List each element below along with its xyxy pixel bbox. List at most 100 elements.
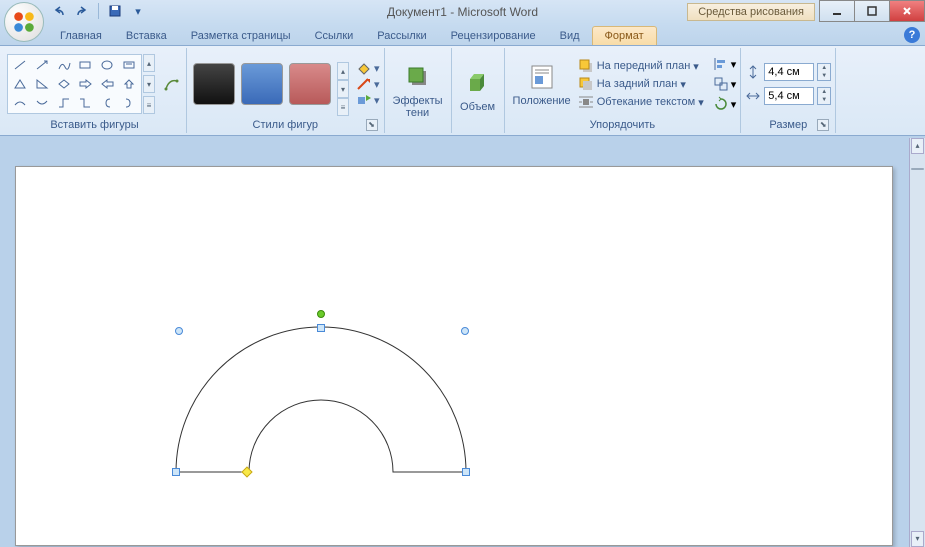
shape-outline-button[interactable]: ▾ xyxy=(356,77,380,91)
shape-line-icon[interactable] xyxy=(10,57,30,74)
tab-format[interactable]: Формат xyxy=(592,26,657,45)
tab-page-layout[interactable]: Разметка страницы xyxy=(179,27,303,45)
rotate-button[interactable]: ▾ xyxy=(713,96,737,112)
align-button[interactable]: ▾ xyxy=(713,56,737,72)
document-area: ▴ ▾ xyxy=(0,138,925,547)
redo-button[interactable] xyxy=(73,2,91,20)
gallery-up-icon[interactable]: ▴ xyxy=(143,54,155,72)
gallery-down-icon[interactable]: ▾ xyxy=(143,75,155,93)
arrange-tools: ▾ ▾ ▾ xyxy=(713,56,737,112)
office-button[interactable] xyxy=(4,2,44,42)
edit-shape-button[interactable] xyxy=(162,74,182,94)
shape-rtriangle-icon[interactable] xyxy=(32,76,52,93)
shape-arrow-icon[interactable] xyxy=(32,57,52,74)
page[interactable] xyxy=(15,166,893,546)
change-shape-button[interactable]: ▾ xyxy=(356,93,380,107)
3d-label: Объем xyxy=(460,101,495,113)
group-label-shadow xyxy=(389,130,447,133)
shape-curve1-icon[interactable] xyxy=(10,94,30,111)
shapes-gallery[interactable] xyxy=(7,54,142,114)
shape-arrow-left-icon[interactable] xyxy=(97,76,117,93)
minimize-button[interactable] xyxy=(819,0,855,22)
scroll-up-icon[interactable]: ▴ xyxy=(911,138,924,154)
shape-diamond-icon[interactable] xyxy=(54,76,74,93)
shape-oval-icon[interactable] xyxy=(97,57,117,74)
style-swatch-blue[interactable] xyxy=(241,63,283,105)
maximize-button[interactable] xyxy=(854,0,890,22)
shape-fill-button[interactable]: ▾ xyxy=(356,61,380,75)
shape-connector1-icon[interactable] xyxy=(54,94,74,111)
scroll-thumb[interactable] xyxy=(911,168,924,170)
qat-customize[interactable]: ▾ xyxy=(129,2,147,20)
height-row: ▲▼ xyxy=(745,63,831,81)
shape-connector2-icon[interactable] xyxy=(76,94,96,111)
group-label-3d xyxy=(456,130,500,133)
shape-triangle-icon[interactable] xyxy=(10,76,30,93)
ribbon-tabs: Главная Вставка Разметка страницы Ссылки… xyxy=(0,24,925,46)
group-insert-shapes: ▴ ▾ ≡ Вставить фигуры xyxy=(3,48,187,133)
handle-top-left[interactable] xyxy=(175,327,183,335)
tab-references[interactable]: Ссылки xyxy=(303,27,366,45)
shape-rect-icon[interactable] xyxy=(76,57,96,74)
shape-textbox-icon[interactable] xyxy=(119,57,139,74)
size-launcher-icon[interactable]: ⬊ xyxy=(817,119,829,131)
shape-brace2-icon[interactable] xyxy=(119,94,139,111)
shape-arrow-right-icon[interactable] xyxy=(76,76,96,93)
group-3d: Объем xyxy=(452,48,505,133)
close-button[interactable] xyxy=(889,0,925,22)
height-icon xyxy=(745,64,761,80)
styles-launcher-icon[interactable]: ⬊ xyxy=(366,119,378,131)
styles-down-icon[interactable]: ▾ xyxy=(337,80,349,98)
style-tools: ▾ ▾ ▾ xyxy=(356,61,380,107)
bring-to-front-button[interactable]: На передний план ▾ xyxy=(578,58,704,74)
position-label: Положение xyxy=(513,95,571,107)
shape-brace1-icon[interactable] xyxy=(97,94,117,111)
shadow-effects-button[interactable]: Эффекты тени xyxy=(389,59,447,121)
tab-review[interactable]: Рецензирование xyxy=(439,27,548,45)
width-input[interactable] xyxy=(764,87,814,105)
group-button[interactable]: ▾ xyxy=(713,76,737,92)
undo-button[interactable] xyxy=(50,2,68,20)
width-icon xyxy=(745,88,761,104)
rotate-handle[interactable] xyxy=(317,310,325,318)
shape-arrow-up-icon[interactable] xyxy=(119,76,139,93)
vertical-scrollbar[interactable]: ▴ ▾ xyxy=(909,138,925,547)
tab-mailings[interactable]: Рассылки xyxy=(365,27,438,45)
help-icon[interactable]: ? xyxy=(904,27,920,43)
tab-view[interactable]: Вид xyxy=(548,27,592,45)
height-spinner[interactable]: ▲▼ xyxy=(817,63,831,81)
styles-more-icon[interactable]: ≡ xyxy=(337,98,349,116)
handle-bottom-right[interactable] xyxy=(462,468,470,476)
handle-top-mid[interactable] xyxy=(317,324,325,332)
handle-top-right[interactable] xyxy=(461,327,469,335)
group-shadow: Эффекты тени xyxy=(385,48,452,133)
group-shape-styles: ▴ ▾ ≡ ▾ ▾ ▾ Стили фигур⬊ xyxy=(187,48,385,133)
group-label-styles: Стили фигур⬊ xyxy=(191,118,380,133)
shape-freeform-icon[interactable] xyxy=(54,57,74,74)
gallery-scroll: ▴ ▾ ≡ xyxy=(143,54,155,114)
3d-effects-button[interactable]: Объем xyxy=(456,65,500,115)
tab-insert[interactable]: Вставка xyxy=(114,27,179,45)
save-button[interactable] xyxy=(106,2,124,20)
group-label-size: Размер⬊ xyxy=(745,118,831,133)
style-swatch-dark[interactable] xyxy=(193,63,235,105)
gallery-more-icon[interactable]: ≡ xyxy=(143,96,155,114)
scroll-down-icon[interactable]: ▾ xyxy=(911,531,924,547)
position-button[interactable]: Положение xyxy=(509,59,575,109)
styles-up-icon[interactable]: ▴ xyxy=(337,62,349,80)
width-spinner[interactable]: ▲▼ xyxy=(817,87,831,105)
tab-home[interactable]: Главная xyxy=(48,27,114,45)
text-wrapping-button[interactable]: Обтекание текстом ▾ xyxy=(578,94,704,110)
separator xyxy=(98,3,99,19)
shape-curve2-icon[interactable] xyxy=(32,94,52,111)
handle-bottom-left[interactable] xyxy=(172,468,180,476)
arrange-list: На передний план ▾ На задний план ▾ Обте… xyxy=(578,58,704,110)
send-to-back-button[interactable]: На задний план ▾ xyxy=(578,76,704,92)
selected-shape-block-arc[interactable] xyxy=(161,317,481,500)
group-label-shapes: Вставить фигуры xyxy=(7,118,182,133)
width-row: ▲▼ xyxy=(745,87,831,105)
window-title: Документ1 - Microsoft Word xyxy=(387,5,538,19)
style-swatch-red[interactable] xyxy=(289,63,331,105)
window-controls xyxy=(820,0,925,24)
height-input[interactable] xyxy=(764,63,814,81)
